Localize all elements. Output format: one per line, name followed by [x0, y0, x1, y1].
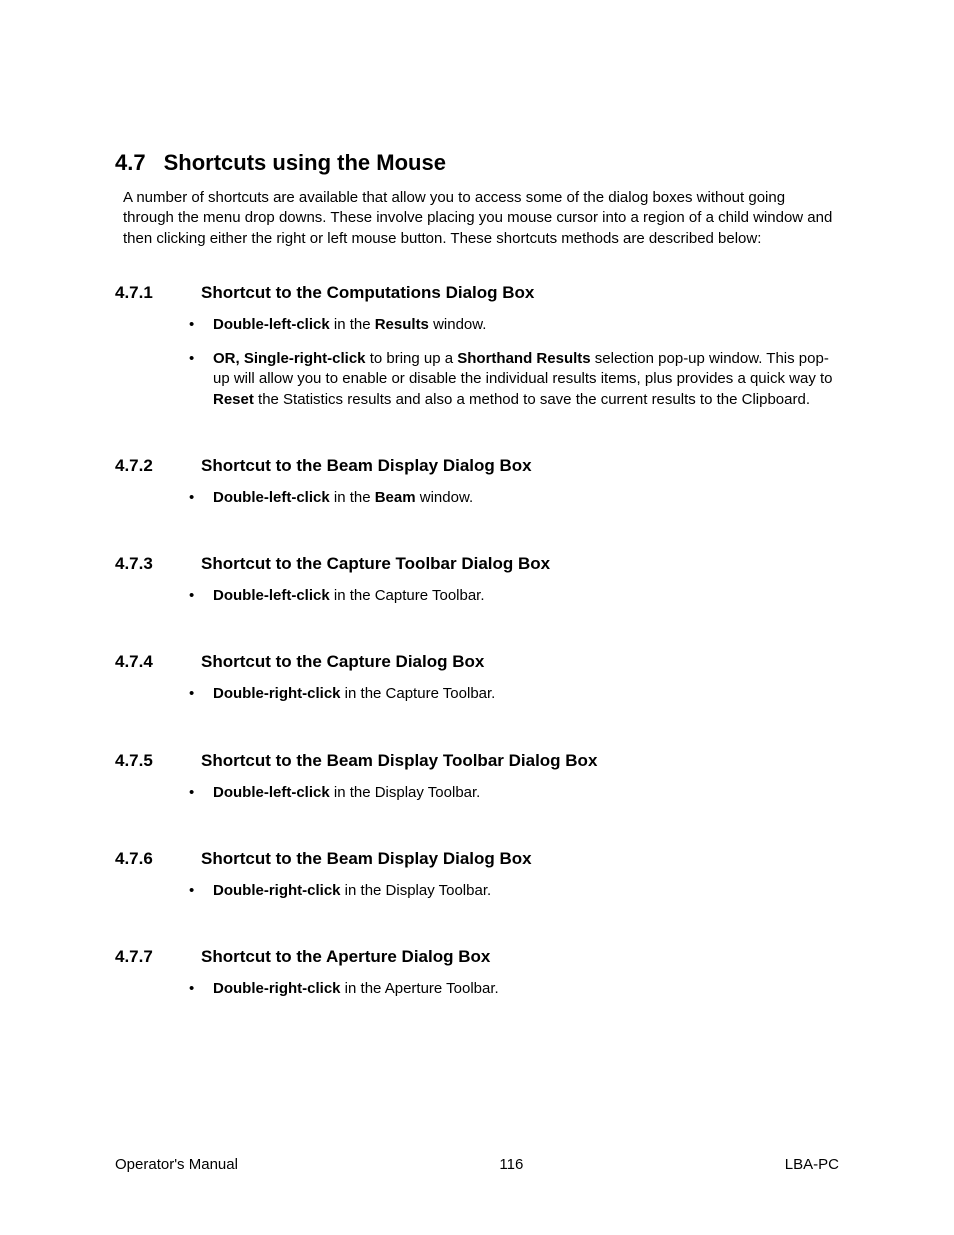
subsection-title: Shortcut to the Capture Toolbar Dialog B…: [201, 554, 550, 574]
text-run: Double-right-click: [213, 685, 341, 702]
subsection-title: Shortcut to the Beam Display Dialog Box: [201, 849, 532, 869]
page-content: 4.7 Shortcuts using the Mouse A number o…: [0, 0, 954, 999]
list-item: Double-right-click in the Display Toolba…: [181, 881, 839, 901]
subsection-number: 4.7.3: [115, 554, 201, 574]
page-footer: Operator's Manual 116 LBA-PC: [115, 1156, 839, 1173]
bullet-list: Double-left-click in the Results window.…: [181, 315, 839, 410]
list-item: Double-left-click in the Results window.: [181, 315, 839, 335]
subsection-heading: 4.7.6Shortcut to the Beam Display Dialog…: [115, 849, 839, 869]
subsection-number: 4.7.4: [115, 652, 201, 672]
text-run: in the Aperture Toolbar.: [341, 980, 499, 997]
section: 4.7.6Shortcut to the Beam Display Dialog…: [115, 849, 839, 901]
text-run: in the Display Toolbar.: [341, 882, 492, 899]
section: 4.7.2Shortcut to the Beam Display Dialog…: [115, 456, 839, 508]
subsection-heading: 4.7.3Shortcut to the Capture Toolbar Dia…: [115, 554, 839, 574]
bullet-list: Double-left-click in the Beam window.: [181, 488, 839, 508]
text-run: Double-left-click: [213, 316, 330, 333]
section: 4.7.1Shortcut to the Computations Dialog…: [115, 283, 839, 410]
sections-container: 4.7.1Shortcut to the Computations Dialog…: [115, 283, 839, 1000]
bullet-list: Double-right-click in the Capture Toolba…: [181, 684, 839, 704]
text-run: the Statistics results and also a method…: [254, 391, 810, 408]
bullet-list: Double-left-click in the Display Toolbar…: [181, 783, 839, 803]
text-run: Double-left-click: [213, 489, 330, 506]
bullet-list: Double-left-click in the Capture Toolbar…: [181, 586, 839, 606]
text-run: OR, Single-right-click: [213, 350, 366, 367]
text-run: window.: [416, 489, 474, 506]
list-item: Double-right-click in the Aperture Toolb…: [181, 979, 839, 999]
subsection-title: Shortcut to the Aperture Dialog Box: [201, 947, 490, 967]
text-run: in the: [330, 489, 375, 506]
list-item: OR, Single-right-click to bring up a Sho…: [181, 349, 839, 410]
subsection-heading: 4.7.7Shortcut to the Aperture Dialog Box: [115, 947, 839, 967]
intro-paragraph: A number of shortcuts are available that…: [123, 188, 839, 249]
list-item: Double-left-click in the Capture Toolbar…: [181, 586, 839, 606]
text-run: Results: [375, 316, 429, 333]
subsection-heading: 4.7.1Shortcut to the Computations Dialog…: [115, 283, 839, 303]
text-run: Shorthand Results: [457, 350, 590, 367]
list-item: Double-left-click in the Beam window.: [181, 488, 839, 508]
subsection-title: Shortcut to the Beam Display Dialog Box: [201, 456, 532, 476]
section: 4.7.7Shortcut to the Aperture Dialog Box…: [115, 947, 839, 999]
section: 4.7.5Shortcut to the Beam Display Toolba…: [115, 751, 839, 803]
footer-page-number: 116: [499, 1156, 523, 1173]
text-run: in the Capture Toolbar.: [330, 587, 485, 604]
text-run: Double-left-click: [213, 784, 330, 801]
subsection-heading: 4.7.5Shortcut to the Beam Display Toolba…: [115, 751, 839, 771]
text-run: window.: [429, 316, 487, 333]
subsection-title: Shortcut to the Computations Dialog Box: [201, 283, 534, 303]
heading-title: Shortcuts using the Mouse: [164, 150, 446, 176]
subsection-title: Shortcut to the Capture Dialog Box: [201, 652, 484, 672]
subsection-title: Shortcut to the Beam Display Toolbar Dia…: [201, 751, 597, 771]
text-run: Double-left-click: [213, 587, 330, 604]
list-item: Double-right-click in the Capture Toolba…: [181, 684, 839, 704]
section: 4.7.4Shortcut to the Capture Dialog Box D…: [115, 652, 839, 704]
subsection-heading: 4.7.4Shortcut to the Capture Dialog Box: [115, 652, 839, 672]
section: 4.7.3Shortcut to the Capture Toolbar Dia…: [115, 554, 839, 606]
subsection-number: 4.7.7: [115, 947, 201, 967]
bullet-list: Double-right-click in the Display Toolba…: [181, 881, 839, 901]
footer-right: LBA-PC: [785, 1156, 839, 1173]
text-run: Double-right-click: [213, 980, 341, 997]
bullet-list: Double-right-click in the Aperture Toolb…: [181, 979, 839, 999]
main-heading: 4.7 Shortcuts using the Mouse: [115, 150, 839, 176]
subsection-number: 4.7.5: [115, 751, 201, 771]
text-run: in the Display Toolbar.: [330, 784, 481, 801]
subsection-number: 4.7.1: [115, 283, 201, 303]
footer-left: Operator's Manual: [115, 1156, 238, 1173]
text-run: in the Capture Toolbar.: [341, 685, 496, 702]
text-run: in the: [330, 316, 375, 333]
list-item: Double-left-click in the Display Toolbar…: [181, 783, 839, 803]
text-run: Beam: [375, 489, 416, 506]
subsection-number: 4.7.6: [115, 849, 201, 869]
text-run: Double-right-click: [213, 882, 341, 899]
text-run: to bring up a: [366, 350, 458, 367]
subsection-heading: 4.7.2Shortcut to the Beam Display Dialog…: [115, 456, 839, 476]
subsection-number: 4.7.2: [115, 456, 201, 476]
text-run: Reset: [213, 391, 254, 408]
heading-number: 4.7: [115, 150, 146, 176]
